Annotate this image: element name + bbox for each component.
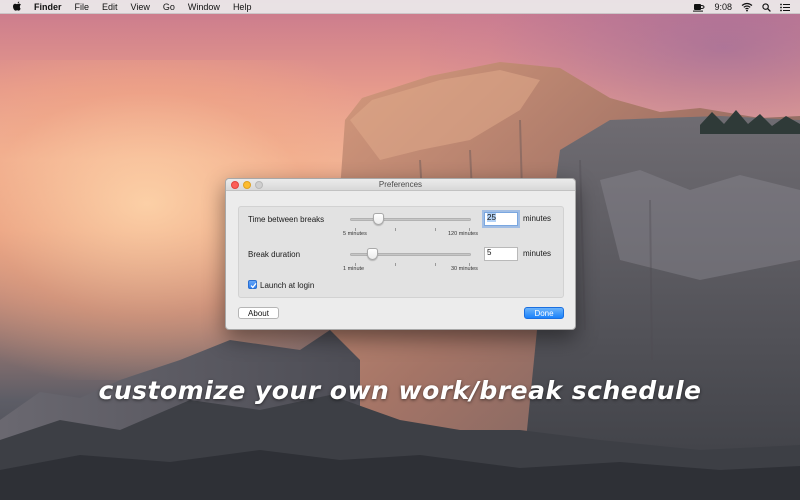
slider-knob[interactable] <box>367 248 379 260</box>
notification-center-icon[interactable] <box>780 3 790 12</box>
slider-tick <box>395 263 396 266</box>
window-titlebar[interactable]: Preferences <box>226 179 575 191</box>
break-interval-field[interactable]: 25 <box>484 212 518 226</box>
break-interval-value: 25 <box>487 213 496 222</box>
break-interval-min-label: 5 minutes <box>343 231 367 237</box>
break-duration-label: Break duration <box>248 250 301 259</box>
break-interval-label: Time between breaks <box>248 215 325 224</box>
break-interval-max-label: 120 minutes <box>448 231 478 237</box>
break-interval-unit: minutes <box>523 214 552 223</box>
break-duration-slider[interactable] <box>350 248 471 262</box>
menu-go[interactable]: Go <box>163 2 175 12</box>
break-duration-min-label: 1 minute <box>343 266 365 272</box>
menu-file[interactable]: File <box>75 2 90 12</box>
done-button[interactable]: Done <box>524 307 564 319</box>
menu-bar: Finder File Edit View Go Window Help 9:0… <box>0 0 800 14</box>
menu-help[interactable]: Help <box>233 2 252 12</box>
break-duration-max-label: 30 minutes <box>451 266 478 272</box>
slider-tick <box>435 228 436 231</box>
promo-tagline: customize your own work/break schedule <box>98 376 702 405</box>
menu-clock[interactable]: 9:08 <box>714 2 732 12</box>
wifi-icon[interactable] <box>741 2 753 12</box>
launch-at-login-label: Launch at login <box>260 281 315 290</box>
preferences-window: Preferences Time between breaks 5 minute… <box>225 178 576 330</box>
about-button[interactable]: About <box>238 307 279 319</box>
slider-tick <box>395 228 396 231</box>
settings-panel: Time between breaks 5 minutes 120 minute… <box>238 206 564 298</box>
window-title: Preferences <box>378 180 423 189</box>
launch-at-login-checkbox[interactable] <box>248 280 257 289</box>
apple-logo-icon[interactable] <box>12 1 22 12</box>
menu-view[interactable]: View <box>131 2 150 12</box>
slider-tick <box>435 263 436 266</box>
menu-bar-status: 9:08 <box>684 0 790 14</box>
spotlight-search-icon[interactable] <box>762 2 771 12</box>
menu-window[interactable]: Window <box>188 2 220 12</box>
break-duration-unit: minutes <box>523 249 552 258</box>
break-interval-slider[interactable] <box>350 213 471 227</box>
menu-app-name[interactable]: Finder <box>34 2 62 12</box>
break-duration-field[interactable]: 5 <box>484 247 518 261</box>
menu-edit[interactable]: Edit <box>102 2 118 12</box>
slider-track <box>350 218 471 221</box>
slider-knob[interactable] <box>372 213 384 225</box>
coffee-cup-icon[interactable] <box>693 2 705 12</box>
checkmark-icon <box>250 282 257 289</box>
